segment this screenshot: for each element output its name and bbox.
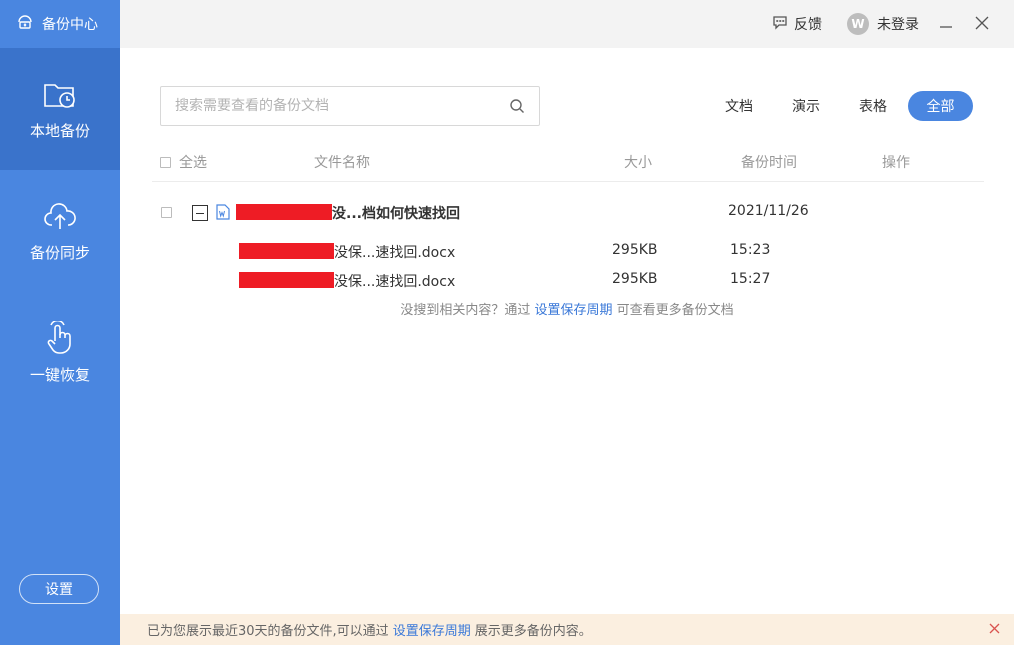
sidebar-item-label: 备份同步 [29, 243, 90, 262]
sidebar-item-label: 一键恢复 [29, 365, 90, 384]
column-header-name: 文件名称 [314, 155, 370, 171]
redaction-block [239, 272, 334, 288]
login-button[interactable]: W 未登录 [847, 11, 919, 37]
titlebar: 反馈 W 未登录 [120, 0, 1014, 48]
notice-suffix: 可查看更多备份文档 [616, 303, 734, 318]
file-name: 没保...速找回.docx [334, 245, 456, 261]
close-icon [975, 15, 989, 34]
group-name: 没...档如何快速找回 [332, 206, 460, 222]
minimize-icon [939, 15, 953, 34]
search-notice: 没搜到相关内容？通过 设置保存周期 可查看更多备份文档 [120, 299, 1014, 318]
select-all-label: 全选 [179, 155, 207, 171]
login-label: 未登录 [877, 17, 919, 33]
set-retention-link[interactable]: 设置保存周期 [534, 303, 612, 318]
chat-bubble-icon [772, 14, 794, 34]
backup-center-icon [16, 13, 42, 35]
sidebar-item-one-click-restore[interactable]: 一键恢复 [0, 292, 120, 414]
select-all[interactable]: 全选 [160, 142, 207, 182]
info-prefix: 已为您展示最近30天的备份文件,可以通过 [147, 624, 389, 639]
hand-pointer-icon [42, 320, 78, 356]
column-header-action: 操作 [882, 155, 910, 171]
search-input[interactable] [161, 87, 491, 125]
file-size: 295KB [612, 242, 658, 258]
backup-time: 15:27 [730, 271, 771, 287]
minus-icon [196, 212, 204, 214]
table-row[interactable]: 没保...速找回.docx 295KB 15:23 [152, 240, 984, 266]
redaction-block [236, 204, 332, 220]
filter-tab-all[interactable]: 全部 [908, 91, 973, 121]
info-bar: 已为您展示最近30天的备份文件,可以通过 设置保存周期 展示更多备份内容。 [120, 614, 1014, 645]
sidebar-item-label: 本地备份 [29, 121, 90, 140]
collapse-toggle[interactable] [192, 205, 208, 221]
info-bar-close-icon[interactable] [989, 623, 1000, 638]
sidebar: 备份中心 本地备份 备份同步 一键恢复 设置 [0, 0, 120, 645]
folder-clock-icon [42, 78, 78, 112]
redaction-block [239, 243, 334, 259]
file-name: 没保...速找回.docx [334, 274, 456, 290]
filter-tab-presentations[interactable]: 演示 [783, 91, 829, 121]
filter-tab-spreadsheets[interactable]: 表格 [850, 91, 896, 121]
table-header: 全选 文件名称 大小 备份时间 操作 [152, 142, 984, 182]
avatar: W [847, 13, 869, 35]
group-date: 2021/11/26 [728, 203, 809, 219]
file-size: 295KB [612, 271, 658, 287]
backup-time: 15:23 [730, 242, 771, 258]
search-icon[interactable] [509, 98, 525, 118]
row-checkbox[interactable] [161, 207, 172, 218]
minimize-button[interactable] [936, 12, 956, 36]
app-brand: 备份中心 [0, 0, 120, 48]
feedback-label: 反馈 [794, 17, 822, 33]
sidebar-item-local-backup[interactable]: 本地备份 [0, 48, 120, 170]
info-retention-link[interactable]: 设置保存周期 [393, 620, 471, 639]
search-box [160, 86, 540, 126]
feedback-button[interactable]: 反馈 [772, 12, 822, 36]
filter-tab-documents[interactable]: 文档 [716, 91, 762, 121]
close-button[interactable] [972, 12, 992, 36]
column-header-size: 大小 [624, 155, 652, 171]
info-suffix: 展示更多备份内容。 [474, 624, 592, 639]
cloud-upload-icon [42, 200, 78, 234]
app-title: 备份中心 [42, 17, 98, 33]
select-all-checkbox[interactable] [160, 156, 171, 168]
word-doc-icon [216, 204, 230, 224]
table-row[interactable]: 没保...速找回.docx 295KB 15:27 [152, 269, 984, 295]
column-header-time: 备份时间 [741, 155, 797, 171]
settings-button[interactable]: 设置 [19, 574, 99, 604]
notice-prefix: 没搜到相关内容？通过 [400, 303, 531, 318]
table-row-group: 没...档如何快速找回 2021/11/26 [152, 198, 984, 228]
sidebar-item-backup-sync[interactable]: 备份同步 [0, 170, 120, 292]
